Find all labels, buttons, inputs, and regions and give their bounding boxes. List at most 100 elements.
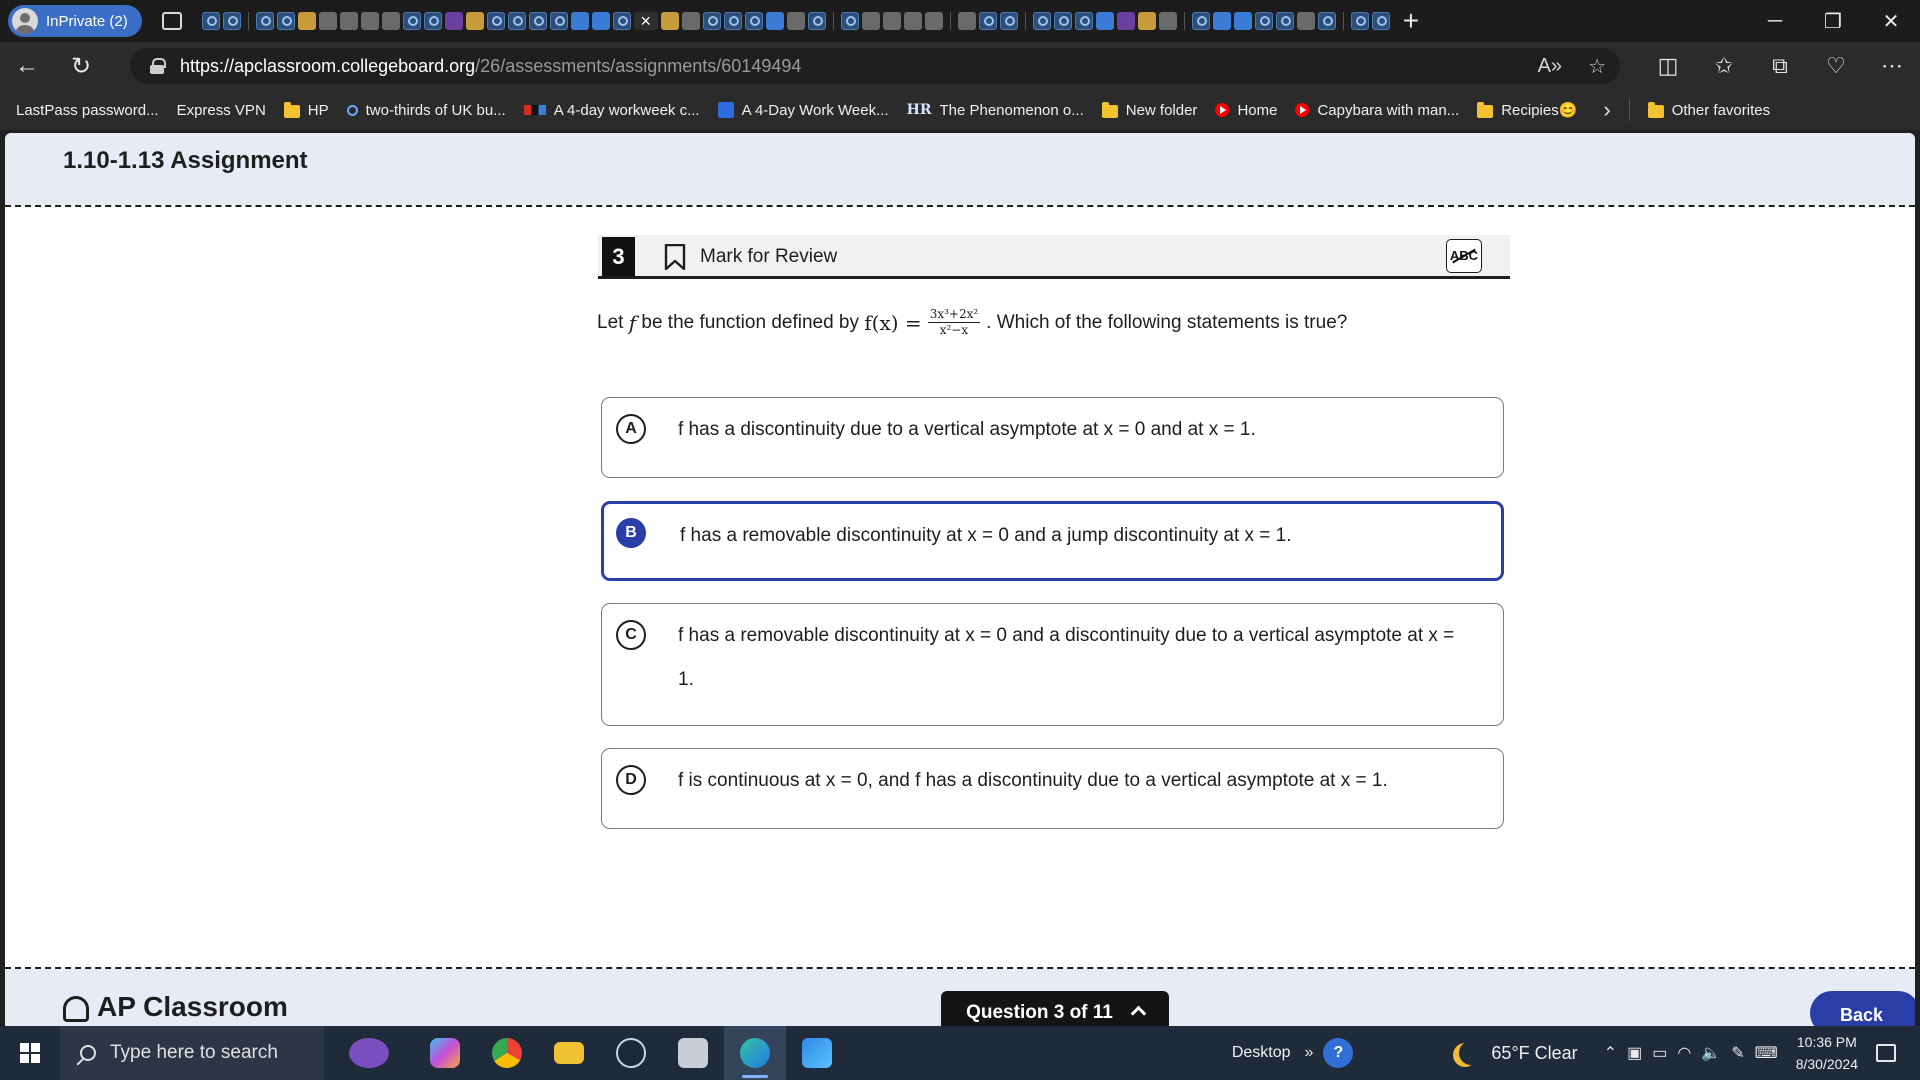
- tab[interactable]: [702, 12, 721, 30]
- favorite-item[interactable]: Express VPN: [5, 102, 266, 239]
- favorite-item[interactable]: HR The Phenomenon o...: [907, 102, 1084, 119]
- tab[interactable]: [681, 12, 700, 30]
- answer-choice-d[interactable]: D f is continuous at x = 0, and f has a …: [601, 748, 1504, 829]
- battery-icon[interactable]: ▭: [1652, 1043, 1667, 1063]
- tab[interactable]: [765, 12, 784, 30]
- edge-icon[interactable]: [724, 1026, 786, 1080]
- refresh-icon[interactable]: ↻: [54, 52, 108, 81]
- tab[interactable]: [339, 12, 358, 30]
- close-window-icon[interactable]: ✕: [1862, 9, 1920, 34]
- answer-eliminator-button[interactable]: ABC: [1446, 239, 1482, 273]
- tab[interactable]: [999, 12, 1018, 30]
- tab[interactable]: [861, 12, 880, 30]
- help-icon[interactable]: ?: [1323, 1038, 1354, 1068]
- favorite-item[interactable]: A 4-Day Work Week...: [717, 102, 889, 119]
- chrome-icon[interactable]: [476, 1026, 538, 1080]
- favorite-item[interactable]: LastPass password...: [5, 102, 159, 239]
- tab[interactable]: [318, 12, 337, 30]
- active-tab-close-icon[interactable]: ×: [633, 12, 658, 30]
- tab[interactable]: [276, 12, 295, 30]
- tab[interactable]: [486, 12, 505, 30]
- address-bar[interactable]: https://apclassroom.collegeboard.org/26/…: [130, 48, 1620, 84]
- tab[interactable]: [840, 12, 859, 30]
- favorite-item[interactable]: Capybara with man...: [1295, 102, 1459, 119]
- tab[interactable]: [786, 12, 805, 30]
- favorites-icon[interactable]: ✩: [1696, 53, 1752, 79]
- other-favorites-folder[interactable]: Other favorites: [1647, 101, 1770, 119]
- tab[interactable]: [660, 12, 679, 30]
- read-aloud-icon[interactable]: A»: [1538, 55, 1562, 78]
- tab[interactable]: [1074, 12, 1093, 30]
- tab[interactable]: [978, 12, 997, 30]
- tab[interactable]: [1032, 12, 1051, 30]
- tab[interactable]: [1275, 12, 1294, 30]
- tab[interactable]: [507, 12, 526, 30]
- weather-widget[interactable]: 65°F Clear: [1491, 1043, 1577, 1064]
- chevron-up-icon[interactable]: ⌃: [1604, 1043, 1617, 1063]
- windows-start-icon[interactable]: [0, 1026, 60, 1080]
- tab[interactable]: [1233, 12, 1252, 30]
- network-icon[interactable]: ▣: [1627, 1043, 1642, 1063]
- tab[interactable]: [570, 12, 589, 30]
- volume-icon[interactable]: 🔈: [1701, 1043, 1721, 1063]
- tab[interactable]: [549, 12, 568, 30]
- tab[interactable]: [255, 12, 274, 30]
- tab[interactable]: [591, 12, 610, 30]
- tab[interactable]: [612, 12, 631, 30]
- keyboard-icon[interactable]: ⌨: [1755, 1043, 1778, 1063]
- mark-for-review-label[interactable]: Mark for Review: [700, 246, 837, 268]
- url-text[interactable]: https://apclassroom.collegeboard.org/26/…: [180, 56, 801, 77]
- favorite-item[interactable]: A 4-day workweek c...: [523, 102, 700, 119]
- tab[interactable]: [1212, 12, 1231, 30]
- tab[interactable]: [882, 12, 901, 30]
- app-icon[interactable]: [662, 1026, 724, 1080]
- favorite-folder[interactable]: New folder: [1101, 101, 1197, 119]
- tab[interactable]: [744, 12, 763, 30]
- favorite-folder[interactable]: Recipies😊: [1477, 101, 1577, 119]
- bookmark-icon[interactable]: [664, 244, 686, 270]
- restore-icon[interactable]: ❐: [1804, 9, 1862, 34]
- back-arrow-icon[interactable]: ←: [0, 52, 54, 80]
- copilot-icon[interactable]: [414, 1026, 476, 1080]
- tab[interactable]: [465, 12, 484, 30]
- back-button[interactable]: Back: [1810, 991, 1915, 1026]
- tab[interactable]: [1095, 12, 1114, 30]
- tab[interactable]: [423, 12, 442, 30]
- search-highlight-icon[interactable]: [324, 1026, 414, 1080]
- favorite-star-icon[interactable]: ☆: [1588, 54, 1606, 79]
- tab[interactable]: [1137, 12, 1156, 30]
- tab[interactable]: [1158, 12, 1177, 30]
- tab[interactable]: [297, 12, 316, 30]
- taskbar-search-box[interactable]: Type here to search: [60, 1026, 324, 1080]
- tab[interactable]: [1053, 12, 1072, 30]
- favorite-item[interactable]: Home: [1215, 102, 1277, 119]
- favorite-item[interactable]: two-thirds of UK bu...: [346, 102, 506, 119]
- new-tab-icon[interactable]: +: [1403, 5, 1419, 37]
- tab[interactable]: [360, 12, 379, 30]
- tab[interactable]: [1317, 12, 1336, 30]
- file-explorer-icon[interactable]: [538, 1026, 600, 1080]
- minimize-icon[interactable]: ─: [1746, 10, 1804, 33]
- notifications-icon[interactable]: [1876, 1044, 1896, 1062]
- tab[interactable]: [723, 12, 742, 30]
- chevron-double-right-icon[interactable]: »: [1305, 1044, 1314, 1062]
- tab[interactable]: [222, 12, 241, 30]
- favorite-folder[interactable]: HP: [283, 101, 329, 119]
- tab[interactable]: [1371, 12, 1390, 30]
- tab-actions-icon[interactable]: [161, 12, 182, 30]
- tab[interactable]: [903, 12, 922, 30]
- tab[interactable]: [1191, 12, 1210, 30]
- question-navigator-button[interactable]: Question 3 of 11: [941, 991, 1169, 1026]
- browser-essentials-icon[interactable]: ♡: [1808, 53, 1864, 79]
- lock-icon[interactable]: [150, 58, 166, 74]
- more-options-icon[interactable]: ⋯: [1864, 53, 1920, 79]
- tab[interactable]: [381, 12, 400, 30]
- desktop-toolbar-label[interactable]: Desktop: [1232, 1044, 1291, 1062]
- collections-icon[interactable]: ⧉: [1752, 53, 1808, 79]
- answer-choice-a[interactable]: A f has a discontinuity due to a vertica…: [601, 397, 1504, 478]
- tab[interactable]: [1254, 12, 1273, 30]
- tab[interactable]: [807, 12, 826, 30]
- answer-choice-c[interactable]: C f has a removable discontinuity at x =…: [601, 603, 1504, 726]
- wifi-icon[interactable]: ◠: [1677, 1043, 1691, 1063]
- tab[interactable]: [1350, 12, 1369, 30]
